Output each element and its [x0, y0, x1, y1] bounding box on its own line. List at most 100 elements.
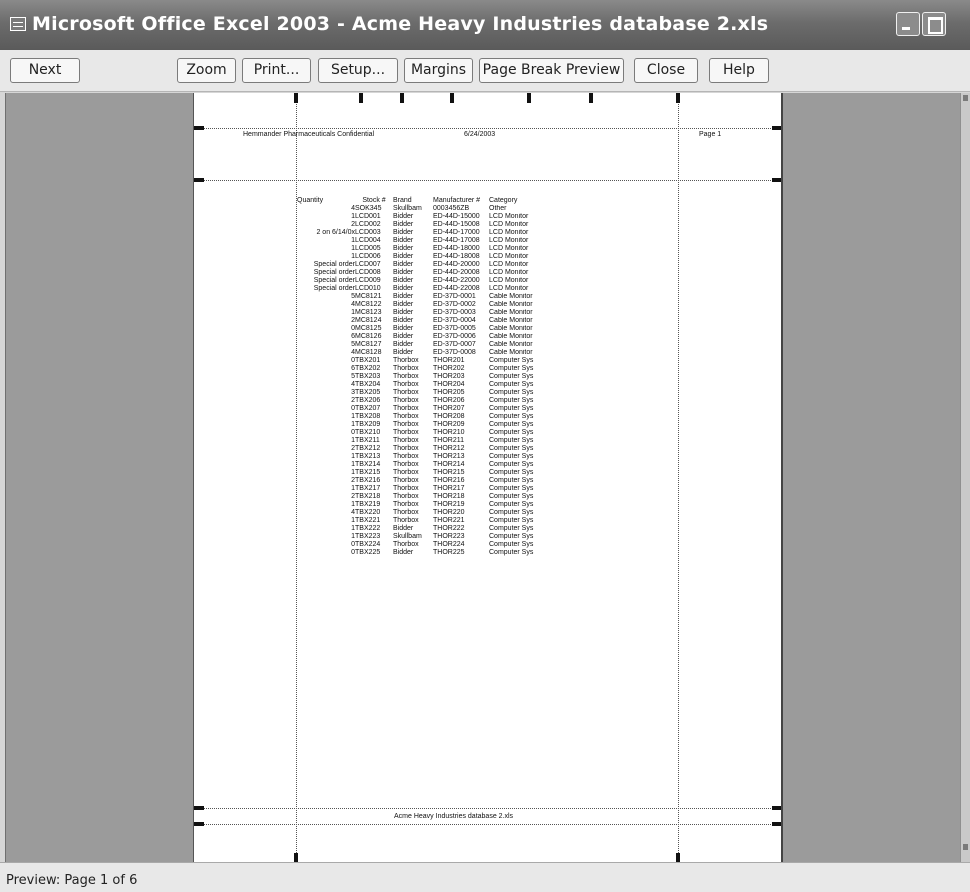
table-row: 1 TBX217 Thorbox THOR217 Computer Sys [297, 485, 539, 493]
column-handle[interactable] [400, 93, 404, 103]
column-header: Category [489, 197, 518, 204]
table-cell: Bidder [393, 229, 414, 236]
table-cell: Computer Sys [489, 501, 534, 508]
table-row: 0 TBX201 Thorbox THOR201 Computer Sys [297, 357, 539, 365]
table-cell: Thorbox [393, 397, 419, 404]
margins-button[interactable]: Margins [404, 58, 473, 83]
table-cell: THOR207 [433, 405, 465, 412]
table-cell: LCD002 [355, 221, 381, 228]
margin-handle[interactable] [194, 178, 204, 182]
table-cell: Computer Sys [489, 533, 534, 540]
table-cell: Computer Sys [489, 357, 534, 364]
next-button[interactable]: Next [10, 58, 80, 83]
minimize-button[interactable] [896, 12, 920, 36]
help-button[interactable]: Help [709, 58, 769, 83]
table-cell: TBX215 [355, 469, 381, 476]
table-cell: Bidder [393, 325, 414, 332]
table-cell: LCD005 [355, 245, 381, 252]
column-handle[interactable] [589, 93, 593, 103]
table-cell: TBX208 [355, 413, 381, 420]
table-cell: Computer Sys [489, 365, 534, 372]
table-cell: ED-37D-0005 [433, 325, 476, 332]
margin-handle[interactable] [772, 178, 781, 182]
table-row: 2 LCD002 Bidder ED-44D-15008 LCD Monitor [297, 221, 539, 229]
table-cell: ED-44D-22008 [433, 285, 480, 292]
table-row: 2 TBX206 Thorbox THOR206 Computer Sys [297, 397, 539, 405]
table-cell: LCD004 [355, 237, 381, 244]
margin-handle[interactable] [194, 806, 204, 810]
table-cell: Thorbox [393, 461, 419, 468]
table-cell: THOR211 [433, 437, 464, 444]
margin-handle[interactable] [772, 806, 781, 810]
table-cell: Computer Sys [489, 437, 534, 444]
table-row: Special order LCD010 Bidder ED-44D-22008 LCD… [297, 285, 539, 293]
footer-margin-line[interactable] [194, 824, 781, 825]
table-cell: LCD Monitor [489, 229, 529, 236]
preview-page[interactable]: Hemmander Pharmaceuticals Confidential 6… [193, 93, 783, 863]
top-margin-line[interactable] [194, 180, 781, 181]
table-cell: TBX211 [355, 437, 380, 444]
table-row: 0 TBX224 Thorbox THOR224 Computer Sys [297, 541, 539, 549]
margin-handle[interactable] [676, 93, 680, 103]
table-cell: 2 [351, 221, 355, 228]
table-cell: 4 [351, 509, 355, 516]
table-cell: Special order [313, 277, 355, 284]
table-cell: 5 [351, 293, 355, 300]
right-margin-line[interactable] [678, 93, 679, 863]
table-cell: 1 [351, 453, 355, 460]
table-cell: Computer Sys [489, 525, 534, 532]
zoom-button[interactable]: Zoom [177, 58, 236, 83]
table-cell: Computer Sys [489, 541, 534, 548]
table-cell: MC8126 [355, 333, 382, 340]
margin-handle[interactable] [772, 822, 781, 826]
table-cell: Bidder [393, 317, 414, 324]
table-cell: Skullbam [393, 205, 422, 212]
table-cell: 0003456ZB [433, 205, 470, 212]
table-cell: Thorbox [393, 477, 419, 484]
table-cell: Bidder [393, 341, 414, 348]
print-button[interactable]: Print... [242, 58, 311, 83]
table-cell: Computer Sys [489, 461, 534, 468]
margin-handle[interactable] [194, 126, 204, 130]
table-cell: Thorbox [393, 429, 419, 436]
table-cell: TBX205 [355, 389, 381, 396]
header-margin-line[interactable] [194, 128, 781, 129]
close-button[interactable]: Close [634, 58, 698, 83]
table-cell: Computer Sys [489, 381, 534, 388]
column-handle[interactable] [527, 93, 531, 103]
print-preview-window: Microsoft Office Excel 2003 - Acme Heavy… [0, 0, 970, 892]
table-cell: TBX212 [355, 445, 381, 452]
table-cell: MC8121 [355, 293, 382, 300]
margin-handle[interactable] [772, 126, 781, 130]
table-body: 4 SOK345 Skullbam 0003456ZB Other 1 LCD001 Bidd… [297, 205, 539, 557]
vertical-scrollbar[interactable] [960, 93, 970, 862]
table-cell: ED-44D-18008 [433, 253, 480, 260]
table-cell: Computer Sys [489, 405, 534, 412]
table-cell: 5 [351, 373, 355, 380]
table-cell: Thorbox [393, 485, 419, 492]
title-bar: Microsoft Office Excel 2003 - Acme Heavy… [0, 0, 970, 50]
scroll-down-icon[interactable] [963, 844, 968, 850]
page-break-preview-button[interactable]: Page Break Preview [479, 58, 624, 83]
column-header: Brand [393, 197, 412, 204]
table-cell: ED-44D-17008 [433, 237, 480, 244]
table-cell: Bidder [393, 221, 414, 228]
table-cell: ED-44D-22000 [433, 277, 480, 284]
column-handle[interactable] [359, 93, 363, 103]
table-cell: TBX206 [355, 397, 381, 404]
table-cell: Bidder [393, 277, 414, 284]
maximize-button[interactable] [922, 12, 946, 36]
margin-handle[interactable] [194, 822, 204, 826]
table-cell: 4 [351, 205, 355, 212]
table-row: 1 LCD004 Bidder ED-44D-17008 LCD Monitor [297, 237, 539, 245]
table-cell: 2 [351, 493, 355, 500]
setup-button[interactable]: Setup... [318, 58, 398, 83]
table-row: 1 LCD001 Bidder ED-44D-15000 LCD Monitor [297, 213, 539, 221]
table-cell: ED-37D-0006 [433, 333, 476, 340]
column-handle[interactable] [450, 93, 454, 103]
table-cell: 1 [351, 213, 355, 220]
page-header-left: Hemmander Pharmaceuticals Confidential [243, 131, 375, 138]
margin-handle[interactable] [294, 93, 298, 103]
table-cell: 0 [351, 357, 355, 364]
bottom-margin-line[interactable] [194, 808, 781, 809]
